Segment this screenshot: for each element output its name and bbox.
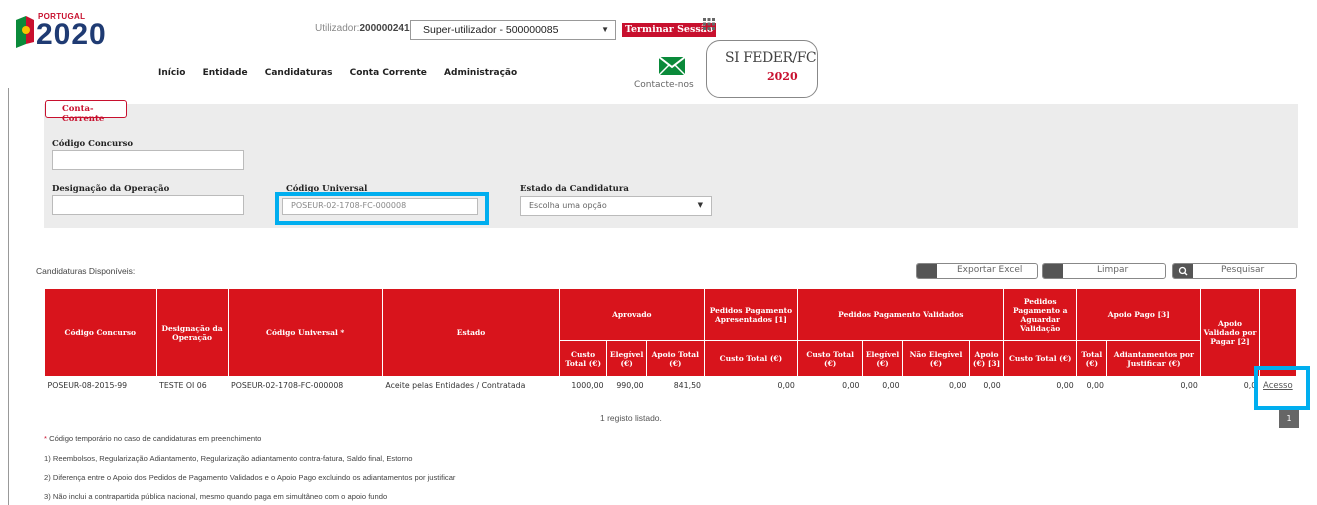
record-count: 1 registo listado.	[600, 413, 662, 423]
user-profile-value: Super-utilizador - 500000085	[423, 24, 559, 36]
si-feder-badge: SI FEDER/FC 2020	[706, 40, 818, 98]
footnote-1: 1) Reembolsos, Regularização Adiantament…	[44, 454, 413, 463]
apps-grid-icon[interactable]	[703, 18, 715, 30]
si-feder-year: 2020	[767, 70, 798, 83]
col-validados-nao-elegivel: Não Elegível (€)	[902, 340, 970, 377]
col-validados-apoio: Apoio (€) [3]	[968, 340, 1005, 377]
codigo-concurso-input[interactable]	[52, 150, 244, 170]
candidaturas-disponiveis-label: Candidaturas Disponíveis:	[36, 266, 136, 276]
user-id: 200000241	[359, 23, 410, 34]
col-pedidos-validados: Pedidos Pagamento Validados	[797, 288, 1005, 341]
footnote-temporary-code: * Código temporário no caso de candidatu…	[44, 434, 261, 443]
col-actions	[1258, 288, 1298, 377]
cell-estado: Aceite pelas Entidades / Contratada	[385, 381, 526, 391]
col-apoio-total: Apoio Total (€)	[646, 340, 705, 377]
logo-year: 2020	[36, 18, 107, 51]
cell-codigo-universal: POSEUR-02-1708-FC-000008	[231, 381, 344, 391]
col-pedidos-aguardar: Pedidos Pagamento a Aguardar Validação	[1003, 288, 1078, 341]
designacao-label: Designação da Operação	[52, 184, 170, 194]
highlight-codigo-universal	[275, 192, 489, 225]
search-button[interactable]: Pesquisar	[1172, 263, 1297, 279]
col-designacao: Designação da Operação	[155, 288, 229, 377]
export-excel-button[interactable]: Exportar Excel	[916, 263, 1038, 279]
pagination-page-1[interactable]: 1	[1279, 410, 1299, 428]
col-pago-total: Total (€)	[1076, 340, 1108, 377]
col-validados-custo-total: Custo Total (€)	[797, 340, 864, 377]
cell-apoio-total: 841,50	[673, 381, 701, 391]
left-divider	[8, 88, 9, 505]
export-excel-label: Exportar Excel	[957, 265, 1023, 275]
cell-pago-adiantamentos: 0,00	[1180, 381, 1198, 391]
cell-codigo-concurso: POSEUR-08-2015-99	[47, 381, 128, 391]
col-codigo-universal: Código Universal *	[227, 288, 383, 377]
designacao-input[interactable]	[52, 195, 244, 215]
cell-pago-total: 0,00	[1086, 381, 1104, 391]
cell-validados-apoio: 0,00	[983, 381, 1001, 391]
clear-icon	[1043, 264, 1063, 278]
portugal-flag-icon	[16, 16, 34, 48]
user-info: Utilizador:200000241	[315, 23, 410, 34]
codigo-concurso-label: Código Concurso	[52, 139, 134, 149]
cell-aguardar-custo: 0,00	[1056, 381, 1074, 391]
cell-elegivel: 990,00	[616, 381, 644, 391]
user-profile-select[interactable]: Super-utilizador - 500000085 ▼	[410, 20, 616, 40]
search-icon	[1173, 264, 1193, 278]
col-elegivel: Elegível (€)	[606, 340, 648, 377]
col-validados-elegivel: Elegível (€)	[862, 340, 904, 377]
cell-validados-custo: 0,00	[842, 381, 860, 391]
footnote-2: 2) Diferença entre o Apoio dos Pedidos d…	[44, 473, 456, 482]
nav-inicio[interactable]: Início	[158, 68, 185, 78]
search-label: Pesquisar	[1221, 265, 1265, 275]
col-apresentados-custo-total: Custo Total (€)	[703, 340, 799, 377]
nav-candidaturas[interactable]: Candidaturas	[265, 68, 333, 78]
estado-select-value: Escolha uma opção	[529, 201, 607, 210]
candidaturas-table: Código Concurso Designação da Operação C…	[44, 288, 1298, 395]
col-custo-total: Custo Total (€)	[559, 340, 608, 377]
main-nav: Início Entidade Candidaturas Conta Corre…	[158, 68, 531, 78]
highlight-acesso	[1254, 366, 1310, 410]
cell-validado-por-pagar: 0,0	[1243, 381, 1257, 391]
si-feder-title: SI FEDER/FC	[725, 50, 817, 66]
nav-conta-corrente[interactable]: Conta Corrente	[350, 68, 427, 78]
cell-validados-nao-elegivel: 0,00	[948, 381, 967, 391]
cell-validados-elegivel: 0,00	[882, 381, 900, 391]
mail-icon[interactable]	[658, 56, 686, 76]
chevron-down-icon: ▼	[697, 201, 703, 209]
footnote-0-text: Código temporário no caso de candidatura…	[46, 434, 262, 443]
estado-label: Estado da Candidatura	[520, 184, 629, 194]
col-pago-adiantamentos: Adiantamentos por Justificar (€)	[1106, 340, 1202, 377]
col-apoio-validado: Apoio Validado por Pagar [2]	[1200, 288, 1260, 377]
chevron-down-icon: ▼	[601, 25, 609, 34]
clear-button[interactable]: Limpar	[1042, 263, 1166, 279]
col-apoio-pago: Apoio Pago [3]	[1076, 288, 1202, 341]
export-icon	[917, 264, 937, 278]
cell-custo-total: 1000,00	[571, 381, 604, 391]
col-pedidos-apresentados: Pedidos Pagamento Apresentados [1]	[703, 288, 799, 341]
clear-label: Limpar	[1097, 265, 1129, 275]
footnote-3: 3) Não inclui a contrapartida pública na…	[44, 492, 388, 501]
col-aprovado: Aprovado	[559, 288, 705, 341]
estado-select[interactable]: Escolha uma opção ▼	[520, 196, 712, 216]
nav-administracao[interactable]: Administração	[444, 68, 517, 78]
nav-entidade[interactable]: Entidade	[203, 68, 248, 78]
col-aguardar-custo-total: Custo Total (€)	[1003, 340, 1078, 377]
tab-conta-corrente[interactable]: Conta-Corrente	[45, 100, 127, 124]
portugal-2020-logo[interactable]: PORTUGAL 2020	[14, 8, 154, 52]
contact-link[interactable]: Contacte-nos	[634, 80, 694, 90]
cell-apresentados-custo: 0,00	[777, 381, 795, 391]
col-estado: Estado	[381, 288, 561, 377]
col-codigo-concurso: Código Concurso	[44, 288, 157, 377]
table-row: POSEUR-08-2015-99 TESTE OI 06 POSEUR-02-…	[45, 377, 1297, 395]
user-label: Utilizador:	[315, 23, 360, 34]
cell-designacao: TESTE OI 06	[159, 381, 207, 391]
